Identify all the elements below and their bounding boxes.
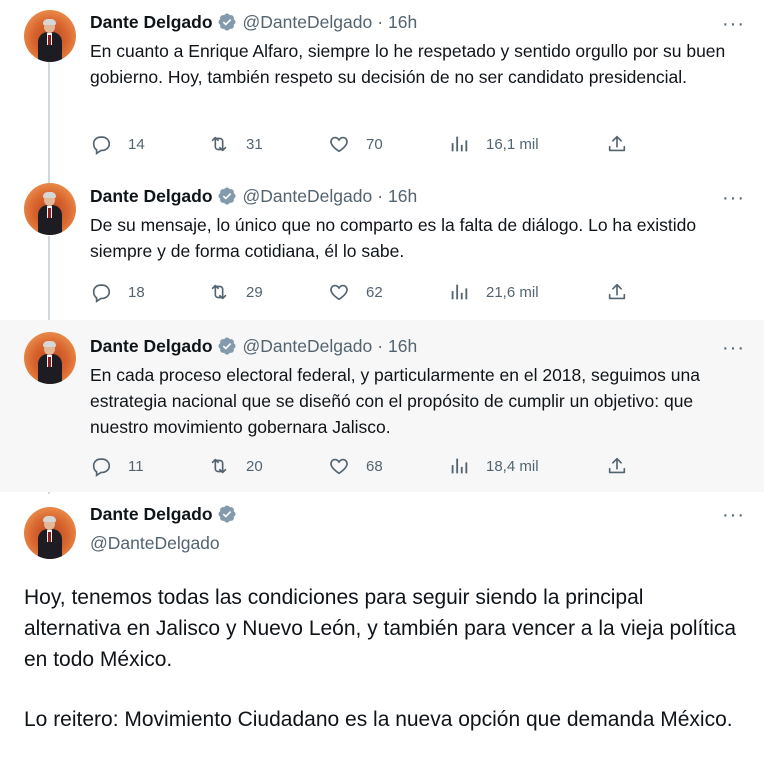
more-icon[interactable]: ···: [722, 14, 744, 40]
retweet-button[interactable]: 20: [208, 455, 263, 477]
author-handle[interactable]: @DanteDelgado: [243, 336, 373, 356]
avatar[interactable]: [24, 183, 76, 235]
like-icon: [330, 458, 348, 475]
retweet-icon: [211, 458, 227, 474]
timestamp[interactable]: 16h: [388, 12, 417, 32]
tweet-article[interactable]: Dante Delgado @DanteDelgado · 16h ··· En…: [0, 0, 764, 172]
tweet-actions: 11 20 68 18,4 mil: [90, 455, 650, 477]
like-count: 62: [366, 283, 383, 301]
more-icon[interactable]: ···: [722, 338, 744, 364]
verified-badge-icon: [217, 337, 236, 355]
views-button[interactable]: 16,1 mil: [448, 133, 539, 155]
tweet-header: Dante Delgado @DanteDelgado · 16h: [90, 12, 417, 32]
retweet-count: 20: [246, 457, 263, 475]
views-icon: [451, 136, 468, 152]
retweet-button[interactable]: 31: [208, 133, 263, 155]
reply-icon: [92, 458, 111, 477]
author-name[interactable]: Dante Delgado: [90, 12, 213, 32]
like-icon: [330, 136, 348, 153]
more-icon[interactable]: ···: [722, 188, 744, 214]
reply-button[interactable]: 14: [90, 133, 145, 155]
timestamp[interactable]: 16h: [388, 336, 417, 356]
author-name[interactable]: Dante Delgado: [90, 336, 213, 356]
retweet-button[interactable]: 29: [208, 281, 263, 303]
author-handle[interactable]: @DanteDelgado: [243, 12, 373, 32]
like-icon: [330, 284, 348, 301]
retweet-icon: [211, 136, 227, 152]
views-button[interactable]: 21,6 mil: [448, 281, 539, 303]
retweet-count: 29: [246, 283, 263, 301]
avatar[interactable]: [24, 507, 76, 559]
tweet-header: Dante Delgado: [90, 503, 243, 525]
verified-badge-icon: [217, 187, 236, 205]
like-button[interactable]: 70: [328, 133, 383, 155]
reply-button[interactable]: 11: [90, 455, 144, 477]
reply-icon: [92, 284, 111, 303]
retweet-count: 31: [246, 135, 263, 153]
views-count: 18,4 mil: [486, 457, 539, 475]
author-name[interactable]: Dante Delgado: [90, 504, 213, 525]
share-icon: [608, 283, 626, 300]
tweet-text: En cuanto a Enrique Alfaro, siempre lo h…: [90, 41, 726, 87]
share-icon: [608, 457, 626, 474]
tweet-article[interactable]: Dante Delgado @DanteDelgado · 16h ··· En…: [0, 320, 764, 492]
share-button[interactable]: [606, 455, 628, 477]
views-icon: [451, 458, 468, 474]
avatar[interactable]: [24, 10, 76, 62]
views-count: 21,6 mil: [486, 283, 539, 301]
verified-badge-icon: [217, 505, 236, 523]
tweet-article[interactable]: Dante Delgado @DanteDelgado · 16h ··· De…: [0, 172, 764, 320]
tweet-header: Dante Delgado @DanteDelgado · 16h: [90, 186, 417, 206]
retweet-icon: [211, 284, 227, 300]
like-count: 68: [366, 457, 383, 475]
separator: ·: [377, 186, 384, 206]
share-button[interactable]: [606, 133, 628, 155]
separator: ·: [377, 12, 384, 32]
tweet-actions: 18 29 62 21,6 mil: [90, 281, 650, 303]
author-handle[interactable]: @DanteDelgado: [243, 186, 373, 206]
author-handle[interactable]: @DanteDelgado: [90, 533, 220, 554]
views-count: 16,1 mil: [486, 135, 539, 153]
tweet-actions: 14 31 70 16,1 mil: [90, 133, 650, 155]
timestamp[interactable]: 16h: [388, 186, 417, 206]
tweet-text: De su mensaje, lo único que no comparto …: [90, 215, 697, 261]
views-icon: [451, 284, 468, 300]
reply-count: 18: [128, 283, 145, 301]
reply-icon: [92, 136, 111, 155]
like-button[interactable]: 62: [328, 281, 383, 303]
tweet-text: En cada proceso electoral federal, y par…: [90, 365, 700, 437]
author-name[interactable]: Dante Delgado: [90, 186, 213, 206]
main-tweet-text: Lo reitero: Movimiento Ciudadano es la n…: [24, 708, 733, 731]
avatar[interactable]: [24, 332, 76, 384]
main-tweet-text: Hoy, tenemos todas las condiciones para …: [24, 586, 737, 671]
share-icon: [608, 135, 626, 152]
share-button[interactable]: [606, 281, 628, 303]
tweet-header: Dante Delgado @DanteDelgado · 16h: [90, 336, 417, 356]
verified-badge-icon: [217, 13, 236, 31]
like-button[interactable]: 68: [328, 455, 383, 477]
like-count: 70: [366, 135, 383, 153]
more-icon[interactable]: ···: [722, 505, 744, 531]
separator: ·: [377, 336, 384, 356]
views-button[interactable]: 18,4 mil: [448, 455, 539, 477]
reply-button[interactable]: 18: [90, 281, 145, 303]
reply-count: 11: [128, 457, 144, 475]
reply-count: 14: [128, 135, 145, 153]
